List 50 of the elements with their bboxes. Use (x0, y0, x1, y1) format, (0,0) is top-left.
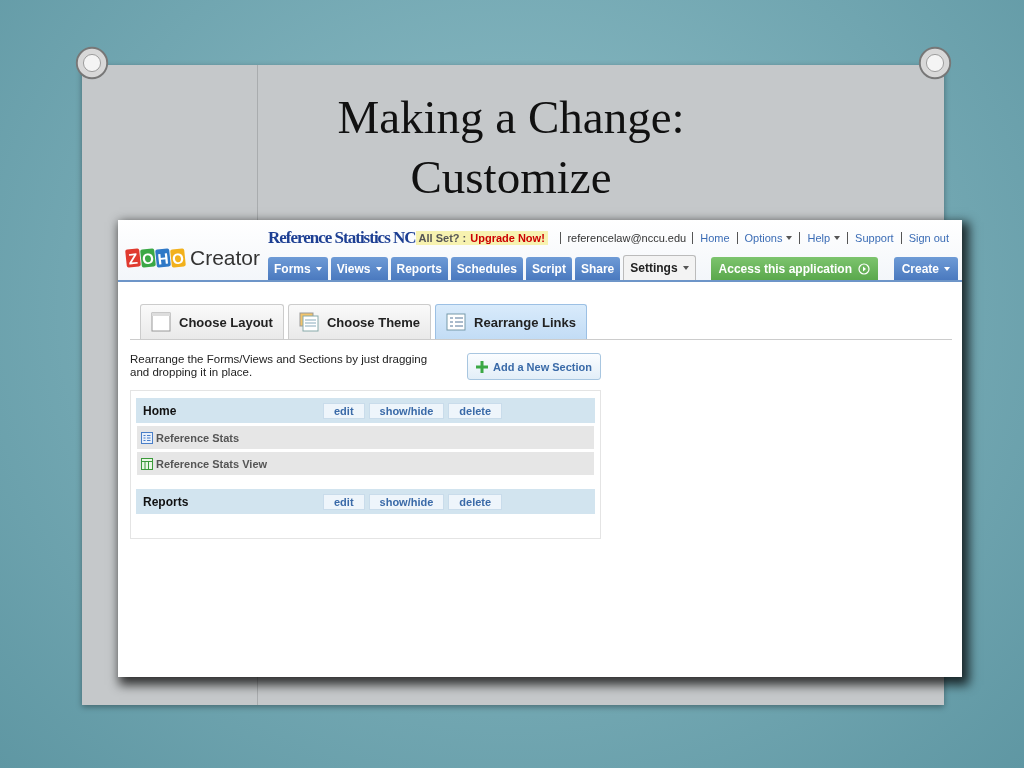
plus-icon (475, 360, 488, 373)
logo-letter: O (140, 248, 156, 268)
section-action-button[interactable]: delete (448, 493, 503, 510)
account-email: referencelaw@nccu.edu (560, 231, 693, 244)
app-title: Reference Statistics NC (268, 227, 416, 248)
customize-tab[interactable]: Choose Theme (287, 304, 432, 339)
section-action-button[interactable]: edit (323, 493, 365, 510)
customize-tab[interactable]: Rearrange Links (435, 304, 587, 339)
upgrade-link[interactable]: Upgrade Now! (470, 231, 545, 244)
top-link[interactable]: Sign out (900, 231, 956, 244)
top-link[interactable]: Options (736, 231, 800, 244)
caret-icon (944, 266, 950, 271)
nav-tab[interactable]: Views (330, 257, 388, 280)
logo-letter: O (170, 248, 186, 268)
link-item[interactable]: Reference Stats (137, 426, 594, 449)
list-icon (446, 312, 467, 332)
link-item[interactable]: Reference Stats View (137, 452, 594, 475)
section-header[interactable]: Home edit show/hide delete (136, 398, 595, 423)
grid-icon (141, 457, 153, 470)
add-section-button[interactable]: Add a New Section (466, 353, 601, 380)
stacked-pages-icon (298, 312, 319, 332)
section-action-button[interactable]: show/hide (368, 493, 445, 510)
pushpin-icon (916, 44, 954, 82)
section-name: Reports (143, 494, 190, 509)
customize-tab[interactable]: Choose Layout (140, 304, 284, 339)
pushpin-icon (73, 44, 111, 82)
section-action-button[interactable]: delete (448, 402, 503, 419)
top-link[interactable]: Home (692, 231, 737, 244)
play-icon (858, 262, 870, 275)
logo-letter: Z (125, 248, 141, 268)
instructions-text: Rearrange the Forms/Views and Sections by just dragging and dropping it in place. (130, 353, 429, 379)
nav-tab[interactable]: Schedules (450, 257, 523, 280)
top-link[interactable]: Help (799, 231, 848, 244)
nav-tab[interactable]: Forms (268, 257, 328, 280)
section-action-button[interactable]: edit (323, 402, 365, 419)
section-header[interactable]: Reports edit show/hide delete (136, 489, 595, 514)
nav-tab[interactable]: Settings (623, 255, 696, 280)
create-button[interactable]: Create (893, 257, 958, 280)
top-link[interactable]: Support (847, 231, 901, 244)
section-name: Home (143, 403, 178, 418)
nav-tab[interactable]: Script (525, 257, 572, 280)
logo-text: Creator (190, 246, 261, 270)
form-icon (141, 431, 153, 444)
slide-title: Making a Change: Customize (337, 90, 685, 205)
section-action-button[interactable]: show/hide (368, 402, 445, 419)
nav-tab[interactable]: Share (574, 257, 621, 280)
nav-tab[interactable]: Reports (390, 257, 448, 280)
logo-letter: H (155, 248, 171, 268)
banner-text: All Set? : (418, 231, 467, 244)
window-icon (151, 312, 171, 332)
